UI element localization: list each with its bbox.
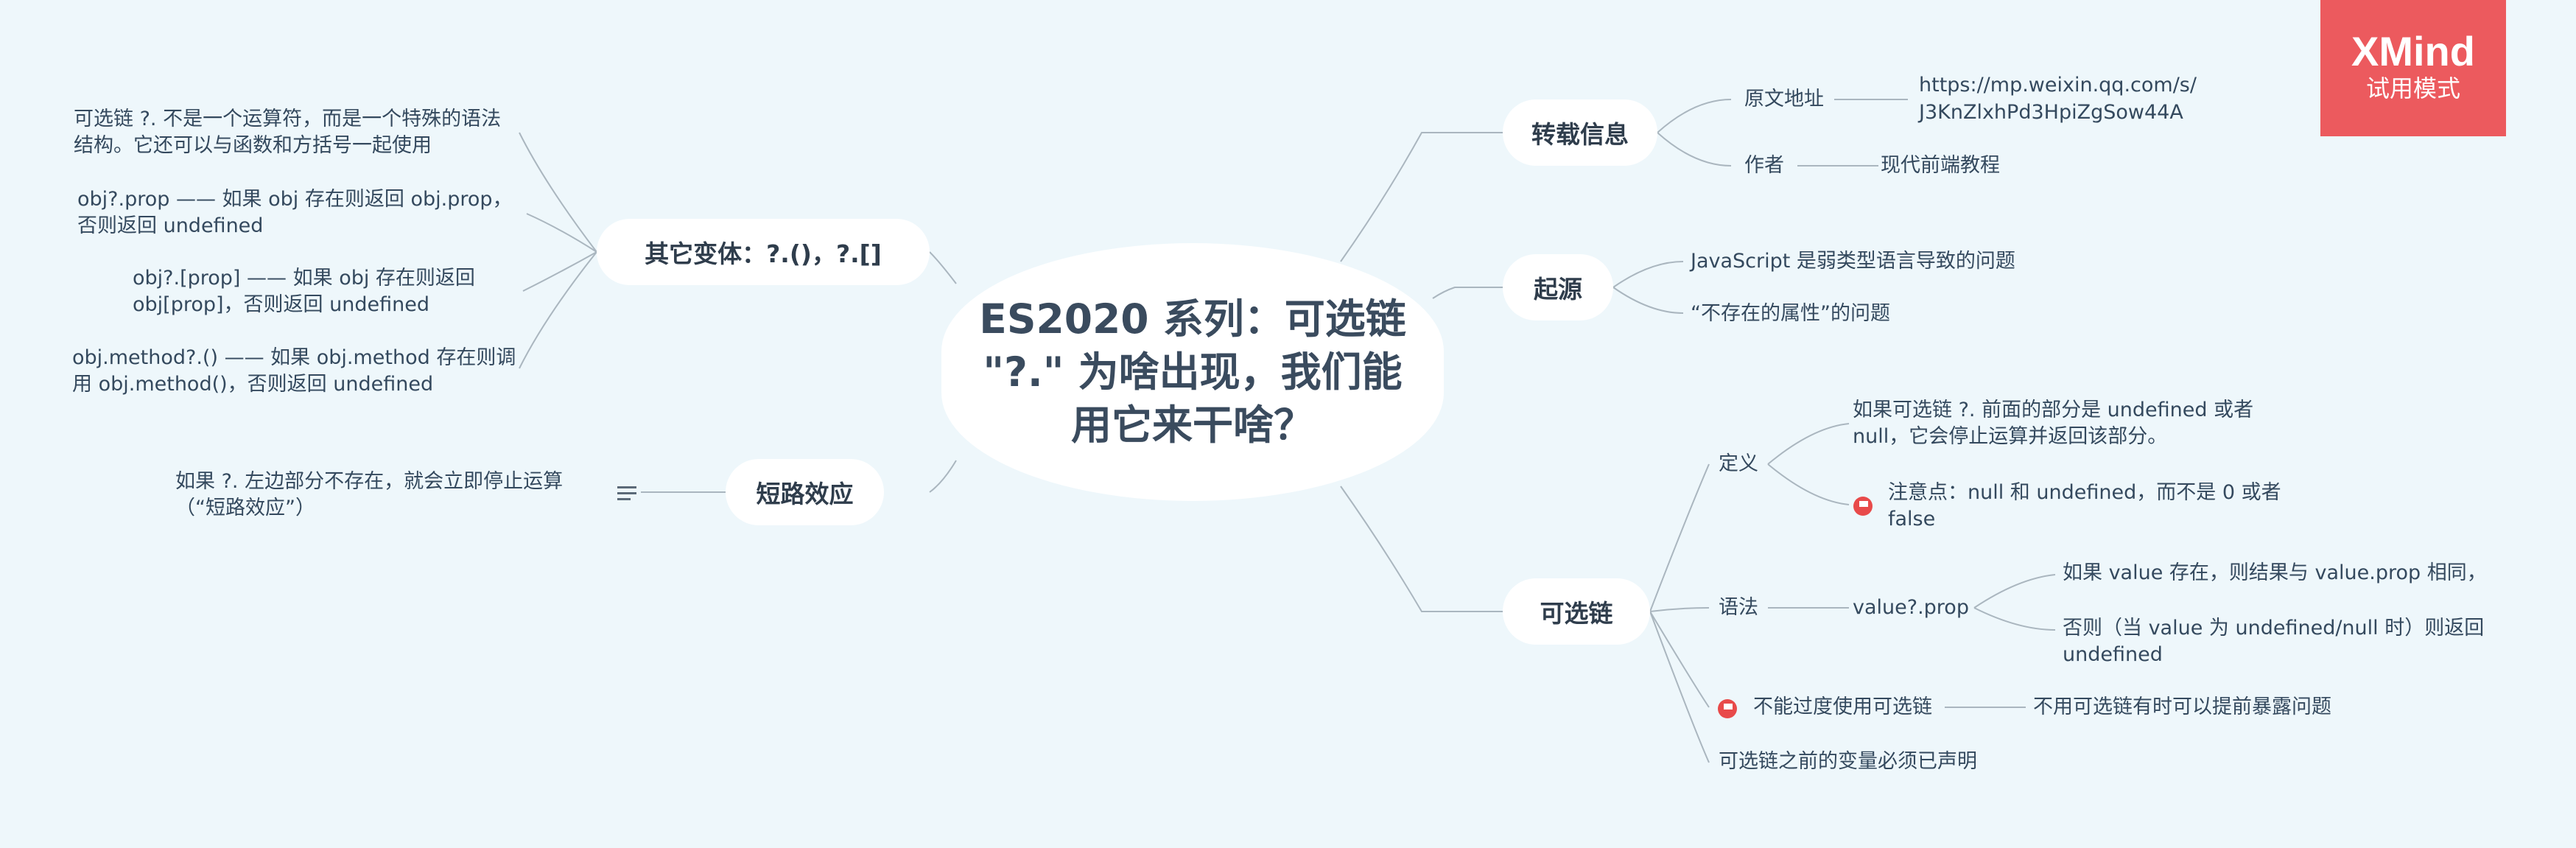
topic-origin[interactable]: 起源 — [1503, 254, 1613, 320]
origin-item-1[interactable]: JavaScript 是弱类型语言导致的问题 — [1691, 248, 2015, 275]
repost-source-label[interactable]: 原文地址 — [1744, 86, 1824, 113]
repost-author-label[interactable]: 作者 — [1744, 153, 1784, 179]
xmind-trial-mode: 试用模式 — [2365, 74, 2460, 102]
xmind-brand: XMind — [2351, 28, 2475, 74]
optional-syntax-expr[interactable]: value?.prop — [1853, 595, 1969, 621]
short-circuit-text[interactable]: 如果 ?. 左边部分不存在，就会立即停止运算（“短路效应”） — [175, 469, 603, 522]
topic-repost[interactable]: 转载信息 — [1503, 99, 1657, 166]
connector-syntax-case2 — [1973, 607, 2056, 631]
central-topic-label: ES2020 系列：可选链 "?." 为啥出现，我们能用它来干啥？ — [979, 295, 1406, 449]
variants-item-2[interactable]: obj?.prop —— 如果 obj 存在则返回 obj.prop，否则返回 … — [77, 186, 519, 239]
optional-overuse-detail[interactable]: 不用可选链有时可以提前暴露问题 — [2033, 694, 2331, 721]
variants-item-1[interactable]: 可选链 ?. 不是一个运算符，而是一个特殊的语法结构。它还可以与函数和方括号一起… — [74, 106, 519, 159]
optional-definition-note[interactable]: 注意点：null 和 undefined，而不是 0 或者 false — [1888, 480, 2330, 533]
connector-central-repost — [1340, 132, 1503, 262]
connector-central-optional — [1340, 486, 1503, 612]
flag-icon — [1718, 699, 1737, 718]
optional-syntax-case2[interactable]: 否则（当 value 为 undefined/null 时）则返回 undefi… — [2063, 615, 2512, 668]
topic-repost-label: 转载信息 — [1531, 120, 1629, 149]
topic-short-circuit-label: 短路效应 — [756, 480, 854, 508]
repost-author-value[interactable]: 现代前端教程 — [1881, 153, 2000, 179]
connector-central-variants — [929, 251, 957, 284]
notes-icon — [617, 486, 636, 501]
connector-optional-syntax — [1649, 607, 1710, 612]
topic-optional-chaining-label: 可选链 — [1540, 599, 1613, 628]
connector-repost-author — [1657, 132, 1732, 167]
connector-repost-source — [1657, 99, 1732, 133]
mindmap-canvas: ES2020 系列：可选链 "?." 为啥出现，我们能用它来干啥？ 转载信息 原… — [0, 0, 2576, 848]
repost-source-url-line2[interactable]: J3KnZlxhPd3HpiZgSow44A — [1919, 99, 2183, 126]
topic-variants-label: 其它变体：?.()，?.[] — [645, 239, 882, 268]
connector-origin-item2 — [1612, 287, 1684, 314]
xmind-watermark: XMind 试用模式 — [2320, 0, 2506, 136]
optional-syntax-label[interactable]: 语法 — [1719, 595, 1758, 621]
connector-central-short — [929, 460, 957, 493]
connector-central-origin — [1432, 287, 1503, 299]
topic-variants[interactable]: 其它变体：?.()，?.[] — [597, 219, 930, 285]
repost-source-url-line1[interactable]: https://mp.weixin.qq.com/s/ — [1919, 72, 2197, 99]
connector-variants-item1 — [519, 132, 597, 253]
topic-origin-label: 起源 — [1534, 275, 1582, 304]
connector-variants-item2 — [526, 213, 597, 253]
flag-icon — [1853, 497, 1873, 516]
origin-item-2[interactable]: “不存在的属性”的问题 — [1691, 301, 1890, 327]
optional-definition-text[interactable]: 如果可选链 ?. 前面的部分是 undefined 或者 null，它会停止运算… — [1853, 397, 2276, 450]
topic-optional-chaining[interactable]: 可选链 — [1503, 578, 1650, 645]
optional-definition-label[interactable]: 定义 — [1719, 451, 1758, 477]
connector-optional-overuse — [1649, 611, 1710, 708]
central-topic[interactable]: ES2020 系列：可选链 "?." 为啥出现，我们能用它来干啥？ — [941, 243, 1444, 501]
connector-variants-item3 — [522, 251, 597, 292]
variants-item-3[interactable]: obj?.[prop] —— 如果 obj 存在则返回 obj[prop]，否则… — [133, 265, 523, 318]
connector-variants-item4 — [519, 251, 597, 369]
connector-definition-text — [1767, 423, 1850, 465]
optional-overuse-label[interactable]: 不能过度使用可选链 — [1753, 694, 1932, 721]
optional-syntax-case1[interactable]: 如果 value 存在，则结果与 value.prop 相同， — [2063, 560, 2487, 586]
variants-item-4[interactable]: obj.method?.() —— 如果 obj.method 存在则调用 ob… — [72, 345, 519, 398]
connector-optional-definition — [1649, 463, 1710, 612]
connector-syntax-case1 — [1973, 574, 2056, 609]
connector-origin-item1 — [1612, 261, 1684, 288]
topic-short-circuit[interactable]: 短路效应 — [726, 459, 884, 525]
connector-definition-note — [1767, 463, 1850, 505]
connector-optional-declared — [1649, 611, 1710, 763]
optional-declared[interactable]: 可选链之前的变量必须已声明 — [1719, 749, 1977, 775]
